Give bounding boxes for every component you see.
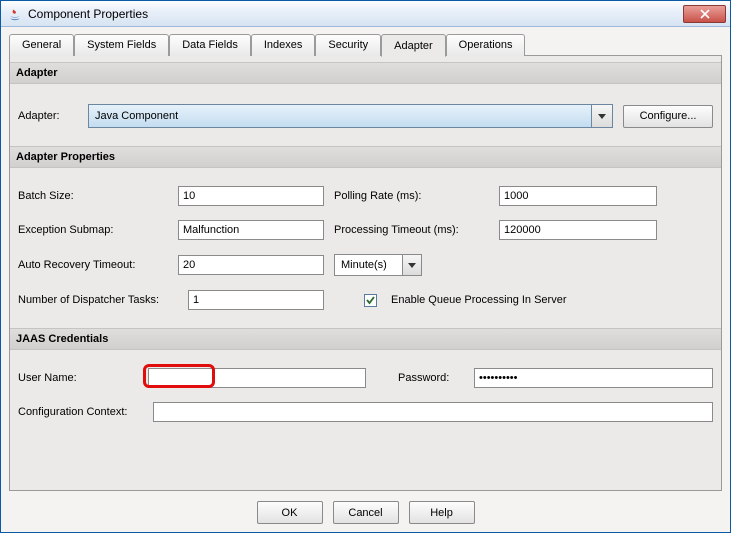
dispatcher-tasks-input[interactable] [188, 290, 324, 310]
tab-label: Data Fields [182, 39, 238, 51]
config-context-input[interactable] [153, 402, 713, 422]
tab-security[interactable]: Security [315, 34, 381, 56]
adapter-label: Adapter: [18, 110, 78, 122]
polling-rate-label: Polling Rate (ms): [334, 190, 489, 202]
help-label: Help [430, 507, 453, 519]
java-icon [7, 6, 23, 22]
dispatcher-tasks-label: Number of Dispatcher Tasks: [18, 294, 178, 306]
tab-label: Indexes [264, 39, 303, 51]
help-button[interactable]: Help [409, 501, 475, 524]
user-name-label: User Name: [18, 372, 138, 384]
configure-button[interactable]: Configure... [623, 105, 713, 128]
chevron-down-icon[interactable] [402, 254, 422, 276]
config-context-label: Configuration Context: [18, 406, 143, 418]
cancel-label: Cancel [348, 507, 382, 519]
tab-label: Adapter [394, 40, 433, 52]
adapter-value: Java Component [95, 110, 178, 122]
chevron-down-icon[interactable] [591, 104, 613, 128]
ok-button[interactable]: OK [257, 501, 323, 524]
tab-label: System Fields [87, 39, 156, 51]
window-title: Component Properties [28, 7, 683, 21]
exception-submap-label: Exception Submap: [18, 224, 168, 236]
time-unit-select[interactable]: Minute(s) [334, 254, 422, 276]
batch-size-label: Batch Size: [18, 190, 168, 202]
adapter-panel: Adapter Adapter: Java Component Configur… [9, 55, 722, 491]
password-label: Password: [398, 372, 464, 384]
section-props-header: Adapter Properties [10, 146, 721, 168]
close-button[interactable] [683, 5, 726, 23]
tab-operations[interactable]: Operations [446, 34, 526, 56]
auto-recovery-label: Auto Recovery Timeout: [18, 259, 168, 271]
enable-queue-label: Enable Queue Processing In Server [391, 294, 567, 306]
section-adapter-header: Adapter [10, 62, 721, 84]
polling-rate-input[interactable] [499, 186, 657, 206]
enable-queue-checkbox[interactable] [364, 294, 377, 307]
tab-label: Operations [459, 39, 513, 51]
tab-general[interactable]: General [9, 34, 74, 56]
dialog-buttons: OK Cancel Help [9, 491, 722, 524]
adapter-select[interactable]: Java Component [88, 104, 613, 128]
user-name-input[interactable] [148, 368, 366, 388]
tab-label: Security [328, 39, 368, 51]
auto-recovery-input[interactable] [178, 255, 324, 275]
processing-timeout-label: Processing Timeout (ms): [334, 224, 489, 236]
exception-submap-input[interactable] [178, 220, 324, 240]
password-input[interactable] [474, 368, 713, 388]
tab-adapter[interactable]: Adapter [381, 34, 446, 57]
tab-label: General [22, 39, 61, 51]
processing-timeout-input[interactable] [499, 220, 657, 240]
cancel-button[interactable]: Cancel [333, 501, 399, 524]
batch-size-input[interactable] [178, 186, 324, 206]
tab-data-fields[interactable]: Data Fields [169, 34, 251, 56]
ok-label: OK [282, 507, 298, 519]
titlebar: Component Properties [1, 1, 730, 27]
section-jaas-header: JAAS Credentials [10, 328, 721, 350]
configure-label: Configure... [640, 110, 697, 122]
tab-indexes[interactable]: Indexes [251, 34, 316, 56]
time-unit-value: Minute(s) [341, 259, 387, 271]
tab-bar: General System Fields Data Fields Indexe… [9, 34, 722, 56]
tab-system-fields[interactable]: System Fields [74, 34, 169, 56]
